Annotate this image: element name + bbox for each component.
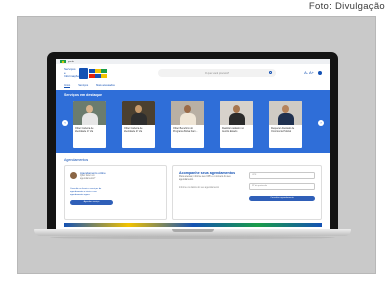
schedule-service-button[interactable]: Agendar serviço: [70, 200, 113, 205]
service-card-label: Requerer Atestado de Ocorrência Policial: [271, 127, 295, 133]
service-card-photo: [269, 101, 302, 125]
service-card-photo: [122, 101, 155, 125]
person-head: [184, 105, 191, 113]
nav-item-inicio[interactable]: Início: [64, 84, 71, 88]
gov-label[interactable]: gov.br: [68, 61, 74, 63]
online-appointment-description: Consulte os locais e serviços de agendam…: [70, 188, 102, 196]
coat-of-arms-icon: [79, 68, 88, 79]
track-appointment-note: Informe os dados do seu agendamento: [179, 187, 219, 189]
person-head: [135, 105, 142, 113]
featured-services-section: Serviços em destaque ‹ › Obter Carteira …: [56, 90, 330, 153]
avatar: [70, 172, 77, 179]
laptop-shadow: [50, 236, 335, 239]
track-appointment-title: Acompanhe seus agendamentos: [179, 171, 236, 175]
person-body: [229, 113, 245, 125]
state-logo[interactable]: [79, 68, 107, 79]
service-card-label: Obter Carteira de Identidade 2ª Via: [124, 127, 143, 133]
font-size-icon[interactable]: A- A+: [304, 70, 314, 75]
service-card-photo: [171, 101, 204, 125]
track-appointment-panel: Acompanhe seus agendamentos Para acessar…: [172, 165, 322, 220]
logo-color-blocks: [89, 69, 107, 78]
service-card[interactable]: Realizar cadastro no Auxílio Estado: [220, 101, 253, 148]
person-body: [131, 113, 147, 125]
logo-color-block: [89, 73, 95, 78]
site-name[interactable]: Serviços e Informações: [64, 68, 81, 79]
brazil-flag-icon: [60, 60, 66, 63]
logo-color-block: [101, 69, 107, 74]
featured-services-title: Serviços em destaque: [64, 93, 102, 97]
logo-color-block: [95, 73, 101, 78]
carousel-next-icon[interactable]: ›: [318, 120, 324, 126]
person-body: [278, 113, 294, 125]
search-input[interactable]: O que você procura?: [158, 69, 276, 77]
service-card-label: Obter Benefício do Programa Bolsa Fam…: [173, 127, 198, 133]
service-card-photo: [73, 101, 106, 125]
online-appointment-panel: Agendamento online Quer fazer um agendam…: [64, 165, 167, 220]
service-card-photo: [220, 101, 253, 125]
carousel-prev-icon[interactable]: ‹: [62, 120, 68, 126]
accessibility-tools: A- A+: [304, 70, 322, 75]
person-head: [282, 105, 289, 113]
nav-item-servicos[interactable]: Serviços: [78, 84, 88, 87]
appointments-title: Agendamentos: [64, 158, 89, 162]
service-card[interactable]: Obter Carteira de Identidade 2ª Via: [122, 101, 155, 148]
person-head: [233, 105, 240, 113]
service-card-label: Realizar cadastro no Auxílio Estado: [222, 127, 244, 133]
laptop-screen: gov.br Serviços e Informações O que você…: [56, 59, 330, 229]
photo-credit: Foto: Divulgação: [308, 1, 385, 12]
service-card[interactable]: Obter Benefício do Programa Bolsa Fam…: [171, 101, 204, 148]
logo-color-block: [89, 69, 95, 74]
main-nav: Início Serviços Mais acessados: [56, 83, 330, 88]
decorative-footer-strip: [64, 223, 322, 227]
site-header: Serviços e Informações O que você procur…: [56, 64, 330, 83]
dark-mode-icon[interactable]: [318, 70, 322, 75]
person-body: [180, 113, 196, 125]
logo-color-block: [101, 73, 107, 78]
service-card[interactable]: Requerer Atestado de Ocorrência Policial: [269, 101, 302, 148]
service-card[interactable]: Obter Carteira de Identidade 1ª Via: [73, 101, 106, 148]
cpf-field[interactable]: CPF: [249, 172, 315, 179]
search-placeholder: O que você procura?: [204, 71, 230, 75]
track-appointment-description: Para acessar, informe seu CPF e o número…: [179, 176, 231, 181]
logo-color-block: [95, 69, 101, 74]
person-body: [82, 113, 98, 125]
protocol-number-field[interactable]: Nº do protocolo: [249, 183, 315, 190]
search-icon[interactable]: [269, 71, 272, 74]
nav-item-mais-acessados[interactable]: Mais acessados: [96, 84, 115, 87]
check-appointment-button[interactable]: Consultar agendamento: [249, 196, 315, 201]
online-appointment-subtitle: Quer fazer um agendamento?: [80, 175, 96, 180]
person-head: [86, 105, 93, 113]
laptop-notch: [172, 229, 214, 232]
service-card-label: Obter Carteira de Identidade 1ª Via: [75, 127, 94, 133]
